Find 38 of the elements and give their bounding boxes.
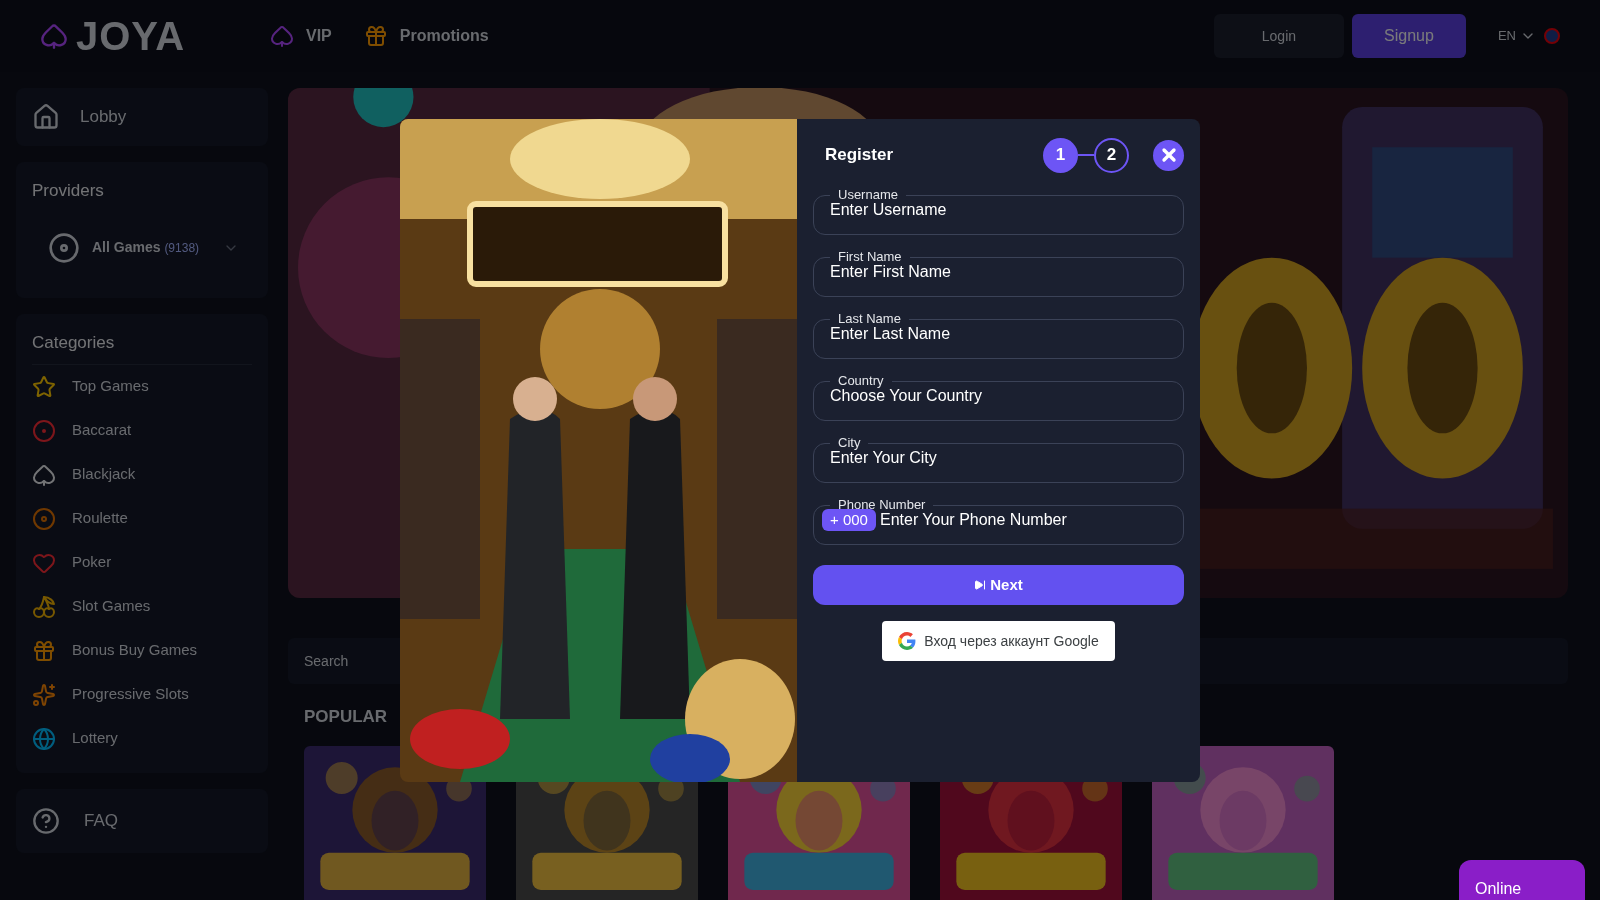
provider-label: All Games (9138) bbox=[92, 238, 200, 257]
sparkles-icon bbox=[32, 682, 56, 707]
gift-icon bbox=[363, 24, 388, 48]
home-icon bbox=[32, 103, 60, 131]
signup-button[interactable]: Signup bbox=[1351, 14, 1466, 58]
language-selector[interactable]: EN bbox=[1497, 26, 1560, 46]
category-item[interactable]: Progressive Slots bbox=[32, 672, 252, 717]
category-item[interactable]: Roulette bbox=[32, 496, 252, 541]
faq-item[interactable]: FAQ bbox=[16, 788, 268, 853]
category-item[interactable]: Lottery bbox=[32, 716, 252, 761]
flag-icon bbox=[1544, 28, 1560, 44]
google-g-icon bbox=[898, 632, 917, 650]
provider-dropdown[interactable]: All Games (9138) bbox=[48, 231, 252, 264]
login-button[interactable]: Login bbox=[1213, 14, 1344, 58]
globe-icon bbox=[32, 726, 56, 751]
google-signin-button[interactable]: Вход через аккаунт Google bbox=[882, 621, 1115, 661]
cherry-icon bbox=[32, 594, 56, 619]
category-item[interactable]: Poker bbox=[32, 540, 252, 585]
online-chat-button[interactable]: Online bbox=[1459, 860, 1585, 900]
category-item[interactable]: Bonus Buy Games bbox=[32, 628, 252, 673]
spade-icon bbox=[32, 462, 56, 487]
section-title: POPULAR bbox=[304, 706, 389, 728]
category-item[interactable]: Blackjack bbox=[32, 452, 252, 497]
nav-link[interactable]: Promotions bbox=[363, 24, 489, 48]
logo[interactable]: JOYA bbox=[76, 6, 186, 66]
category-item[interactable]: Top Games bbox=[32, 364, 252, 409]
help-icon bbox=[32, 806, 60, 835]
nav-link[interactable]: VIP bbox=[270, 24, 332, 48]
spade-icon bbox=[270, 24, 294, 48]
category-item[interactable]: Baccarat bbox=[32, 408, 252, 453]
spade-logo-icon bbox=[40, 22, 68, 50]
category-item[interactable]: Slot Games bbox=[32, 584, 252, 629]
section-title: Providers bbox=[32, 180, 105, 202]
disc-icon bbox=[32, 506, 56, 531]
lobby-item[interactable]: Lobby bbox=[16, 88, 268, 146]
star-icon bbox=[32, 374, 56, 399]
gift-icon bbox=[32, 638, 56, 663]
section-title: Categories bbox=[32, 330, 252, 365]
